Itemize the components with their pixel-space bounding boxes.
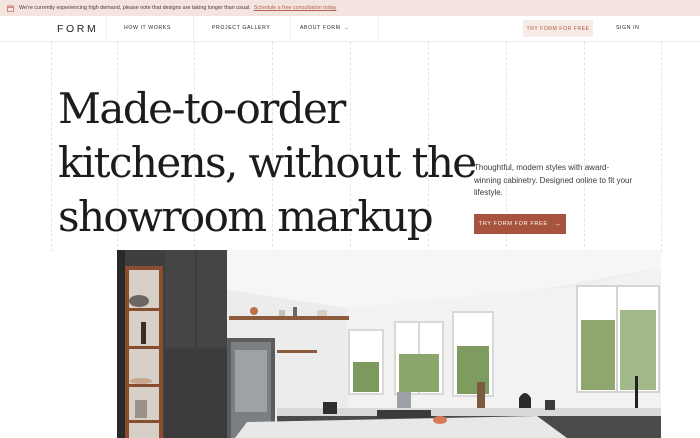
nav-divider [193, 16, 194, 41]
try-form-free-cta-button[interactable]: TRY FORM FOR FREE → [474, 214, 566, 234]
cta-label: TRY FORM FOR FREE [478, 221, 548, 227]
calendar-icon [7, 4, 14, 12]
announcement-banner: We're currently experiencing high demand… [0, 0, 700, 16]
headline-line: Made-to-order [58, 84, 346, 133]
arrow-right-icon: → [553, 220, 562, 228]
nav-project-gallery[interactable]: PROJECT GALLERY [212, 25, 270, 31]
nav-about-form-label: ABOUT FORM [300, 25, 341, 31]
banner-message: We're currently experiencing high demand… [19, 5, 251, 11]
guide-line [51, 42, 52, 252]
headline-line: showroom markup [58, 192, 434, 241]
top-navigation: FORM HOW IT WORKS PROJECT GALLERY ABOUT … [0, 16, 700, 42]
headline-line: kitchens, without the [58, 138, 477, 187]
form-logo[interactable]: FORM [57, 23, 98, 35]
kitchen-hero-image [117, 250, 661, 438]
sign-in-link[interactable]: SIGN IN [616, 25, 640, 31]
nav-how-it-works[interactable]: HOW IT WORKS [124, 25, 171, 31]
try-form-free-nav-button[interactable]: TRY FORM FOR FREE [523, 20, 593, 37]
hero-headline: Made-to-order kitchens, without the show… [58, 82, 477, 244]
nav-about-form[interactable]: ABOUT FORM ⌄ [300, 25, 349, 31]
nav-divider [106, 16, 107, 41]
guide-line [584, 42, 585, 252]
nav-divider [290, 16, 291, 41]
nav-divider [378, 16, 379, 41]
schedule-consultation-link[interactable]: Schedule a free consultation today [254, 5, 337, 11]
hero-subtext: Thoughtful, modern styles with award-win… [474, 163, 633, 198]
chevron-down-icon: ⌄ [344, 25, 350, 31]
guide-line [661, 42, 662, 252]
